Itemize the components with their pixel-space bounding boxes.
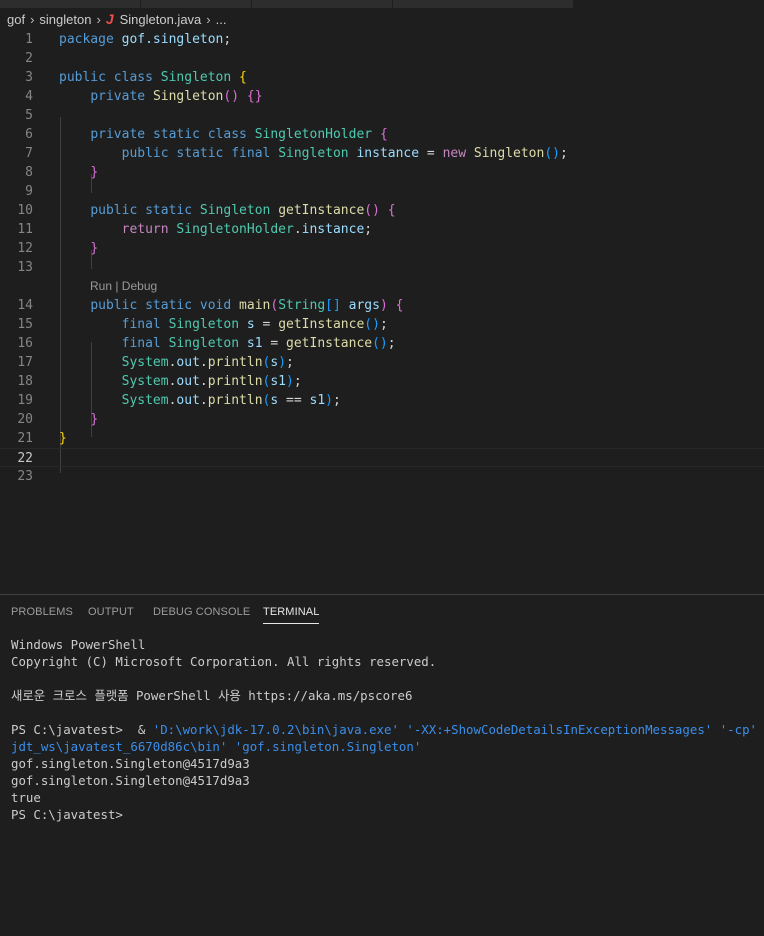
code-line: 2 <box>0 49 764 68</box>
editor-tab-segment[interactable] <box>0 0 140 8</box>
chevron-right-icon: › <box>96 11 101 27</box>
line-number: 17 <box>17 355 33 370</box>
terminal-line: 새로운 크로스 플랫폼 PowerShell 사용 https://aka.ms… <box>11 688 413 703</box>
code-line: 3 public class Singleton { <box>0 68 764 87</box>
code-line: 10 public static Singleton getInstance()… <box>0 201 764 220</box>
chevron-right-icon: › <box>206 11 211 27</box>
breadcrumb-item-gof[interactable]: gof <box>7 12 25 27</box>
code-line: 7 public static final Singleton instance… <box>0 144 764 163</box>
code-line: 14 public static void main(String[] args… <box>0 296 764 315</box>
breadcrumb-item-singleton[interactable]: singleton <box>39 12 91 27</box>
line-number: 16 <box>17 336 33 351</box>
line-number: 11 <box>17 222 33 237</box>
line-number: 21 <box>17 431 33 446</box>
terminal-line: Windows PowerShell <box>11 637 146 652</box>
line-number: 18 <box>17 374 33 389</box>
line-number: 22 <box>17 451 33 466</box>
editor-tab-segment[interactable] <box>141 0 251 8</box>
line-number: 7 <box>25 146 33 161</box>
terminal-line: gof.singleton.Singleton@4517d9a3 <box>11 773 250 788</box>
line-number: 13 <box>17 260 33 275</box>
terminal-line: true <box>11 790 41 805</box>
editor-tab-segment[interactable] <box>393 0 573 8</box>
terminal-line: gof.singleton.Singleton@4517d9a3 <box>11 756 250 771</box>
line-number: 8 <box>25 165 33 180</box>
line-number: 12 <box>17 241 33 256</box>
panel-tabs: PROBLEMS OUTPUT DEBUG CONSOLE TERMINAL <box>0 595 764 629</box>
bottom-panel: PROBLEMS OUTPUT DEBUG CONSOLE TERMINAL W… <box>0 594 764 936</box>
code-line: 6 private static class SingletonHolder { <box>0 125 764 144</box>
tab-problems[interactable]: PROBLEMS <box>11 606 73 623</box>
tab-debug-console[interactable]: DEBUG CONSOLE <box>153 606 250 623</box>
line-number: 1 <box>25 32 33 47</box>
terminal-prompt[interactable]: PS C:\javatest> <box>11 806 764 823</box>
breadcrumb-item-symbol[interactable]: ... <box>216 12 227 27</box>
line-number: 9 <box>25 184 33 199</box>
code-line: 12 } <box>0 239 764 258</box>
code-line: 11 return SingletonHolder.instance; <box>0 220 764 239</box>
code-line: 20 } <box>0 410 764 429</box>
chevron-right-icon: › <box>30 11 35 27</box>
code-line: 8 } <box>0 163 764 182</box>
line-number: 19 <box>17 393 33 408</box>
terminal-line: Copyright (C) Microsoft Corporation. All… <box>11 654 437 669</box>
code-line-active[interactable]: 22 <box>0 448 764 467</box>
line-number: 6 <box>25 127 33 142</box>
code-line: 1 package gof.singleton; <box>0 30 764 49</box>
breadcrumb: gof › singleton › J Singleton.java › ... <box>0 8 764 30</box>
editor-tab-strip <box>0 0 764 8</box>
code-line: 21} <box>0 429 764 448</box>
tab-output[interactable]: OUTPUT <box>88 606 134 623</box>
code-line: 19 System.out.println(s == s1); <box>0 391 764 410</box>
java-file-icon: J <box>105 11 114 27</box>
line-number: 10 <box>17 203 33 218</box>
codelens-run-debug[interactable]: Run | Debug <box>0 277 764 296</box>
code-line: 9 <box>0 182 764 201</box>
code-line: 4 private Singleton() {} <box>0 87 764 106</box>
line-number: 3 <box>25 70 33 85</box>
code-line: 17 System.out.println(s); <box>0 353 764 372</box>
terminal-prompt: PS C:\javatest> & <box>11 722 153 737</box>
terminal-command-continuation: jdt_ws\javatest_6670d86c\bin' 'gof.singl… <box>11 739 422 754</box>
code-editor[interactable]: 1 package gof.singleton; 2 3 public class … <box>0 30 764 593</box>
code-line: 15 final Singleton s = getInstance(); <box>0 315 764 334</box>
line-number: 15 <box>17 317 33 332</box>
code-line: 18 System.out.println(s1); <box>0 372 764 391</box>
line-number: 14 <box>17 298 33 313</box>
code-line: 5 <box>0 106 764 125</box>
terminal-command: 'D:\work\jdk-17.0.2\bin\java.exe' '-XX:+… <box>152 722 764 737</box>
line-number: 2 <box>25 51 33 66</box>
code-line: 13 <box>0 258 764 277</box>
line-number: 4 <box>25 89 33 104</box>
editor-tab-segment[interactable] <box>252 0 392 8</box>
line-number: 5 <box>25 108 33 123</box>
code-line: 16 final Singleton s1 = getInstance(); <box>0 334 764 353</box>
terminal-command-line: PS C:\javatest> & 'D:\work\jdk-17.0.2\bi… <box>11 721 764 738</box>
line-number: 23 <box>17 469 33 484</box>
breadcrumb-item-file[interactable]: Singleton.java <box>120 12 202 27</box>
code-line: 23 <box>0 467 764 486</box>
line-number: 20 <box>17 412 33 427</box>
terminal-output[interactable]: Windows PowerShell Copyright (C) Microso… <box>11 636 764 823</box>
tab-terminal[interactable]: TERMINAL <box>263 606 320 624</box>
